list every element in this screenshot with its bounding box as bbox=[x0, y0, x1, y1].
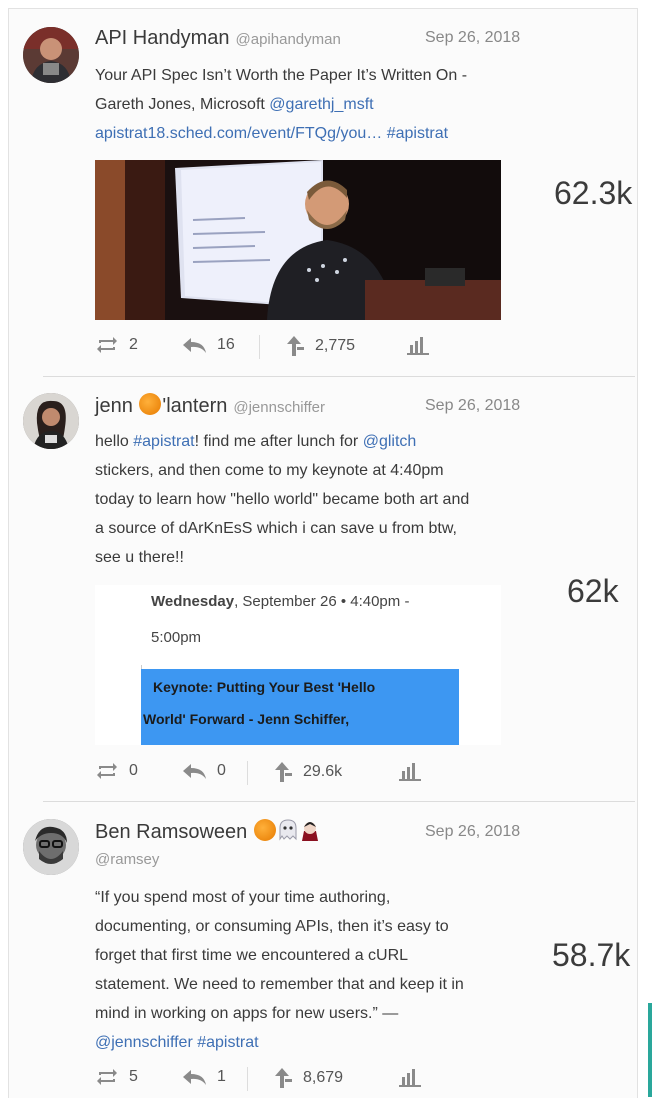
author-handle[interactable]: @jennschiffer bbox=[233, 399, 325, 416]
calendar-date: , September 26 • 4:40pm - bbox=[234, 593, 410, 610]
share-button[interactable]: 2,775 bbox=[285, 335, 355, 357]
vampire-emoji bbox=[300, 819, 320, 841]
retweet-count: 2 bbox=[129, 336, 138, 353]
author-name[interactable]: API Handyman @apihandyman bbox=[95, 27, 341, 50]
tweet-divider bbox=[43, 801, 635, 802]
tweet-text-line: a source of dArKnEsS which i can save u … bbox=[95, 520, 457, 537]
retweet-count: 5 bbox=[129, 1068, 138, 1085]
calendar-date-line: Wednesday, September 26 • 4:40pm - bbox=[151, 593, 409, 610]
tweet-text-line: stickers, and then come to my keynote at… bbox=[95, 462, 444, 479]
tweet-text-line: Gareth Jones, Microsoft @garethj_msft bbox=[95, 90, 525, 119]
author-handle[interactable]: @ramsey bbox=[95, 851, 159, 868]
mention-link[interactable]: @jennschiffer bbox=[95, 1034, 193, 1051]
tweet-text-line: apistrat18.sched.com/event/FTQg/you… #ap… bbox=[95, 119, 525, 148]
calendar-event-title: Keynote: Putting Your Best 'Hello bbox=[153, 679, 376, 695]
reply-icon bbox=[183, 338, 206, 353]
hashtag-link[interactable]: #apistrat bbox=[133, 433, 194, 450]
pumpkin-emoji bbox=[139, 393, 162, 415]
url-link[interactable]: apistrat18.sched.com/event/FTQg/you… bbox=[95, 125, 382, 142]
share-count: 29.6k bbox=[303, 763, 343, 780]
tweet-text-span: Gareth Jones, Microsoft bbox=[95, 96, 270, 113]
action-separator bbox=[259, 335, 260, 359]
retweet-count: 0 bbox=[129, 762, 138, 779]
tweet-text-line: statement. We need to remember that and … bbox=[95, 976, 464, 993]
tweet-text-line: documenting, or consuming APIs, then it’… bbox=[95, 918, 449, 935]
tweet-text: Your API Spec Isn’t Worth the Paper It’s… bbox=[95, 61, 525, 148]
share-count: 2,775 bbox=[315, 337, 356, 354]
share-count: 8,679 bbox=[303, 1069, 344, 1086]
reply-button[interactable]: 16 bbox=[181, 335, 235, 355]
calendar-image[interactable]: Wednesday, September 26 • 4:40pm - 5:00p… bbox=[95, 585, 501, 745]
calendar-event-title: World' Forward - Jenn Schiffer, bbox=[143, 711, 350, 727]
share-icon bbox=[275, 1068, 292, 1088]
tweet-text-span: hello bbox=[95, 433, 134, 450]
tweet-text: “If you spend most of your time authorin… bbox=[95, 883, 525, 1057]
tweet-date: Sep 26, 2018 bbox=[425, 29, 521, 46]
retweet-icon bbox=[97, 763, 117, 779]
pumpkin-emoji bbox=[253, 819, 276, 841]
tweet-text-line: “If you spend most of your time authorin… bbox=[95, 889, 391, 906]
calendar-event-block[interactable]: Keynote: Putting Your Best 'Hello World'… bbox=[141, 669, 459, 745]
retweet-button[interactable]: 0 bbox=[95, 761, 138, 781]
reply-button[interactable]: 1 bbox=[181, 1067, 226, 1087]
share-button[interactable]: 8,679 bbox=[273, 1067, 343, 1089]
tweet-text-line: see u there!! bbox=[95, 549, 184, 566]
avatar[interactable] bbox=[23, 819, 79, 875]
author-name-text[interactable]: jenn bbox=[95, 395, 138, 417]
action-separator bbox=[247, 761, 248, 785]
tweet-text-line: @jennschiffer #apistrat bbox=[95, 1028, 525, 1057]
action-separator bbox=[247, 1067, 248, 1091]
tweet-text-line: hello #apistrat! find me after lunch for… bbox=[95, 427, 525, 456]
share-button[interactable]: 29.6k bbox=[273, 761, 342, 783]
mention-link[interactable]: @garethj_msft bbox=[269, 96, 373, 113]
calendar-day: Wednesday bbox=[151, 593, 235, 610]
tweet-text-line: Your API Spec Isn’t Worth the Paper It’s… bbox=[95, 67, 468, 84]
author-name-text[interactable]: Ben Ramsoween bbox=[95, 821, 253, 843]
reply-button[interactable]: 0 bbox=[181, 761, 226, 781]
retweet-icon bbox=[97, 1069, 117, 1085]
hashtag-link[interactable]: #apistrat bbox=[387, 125, 448, 142]
author-handle[interactable]: @apihandyman bbox=[236, 31, 341, 48]
tweet-date: Sep 26, 2018 bbox=[425, 397, 521, 414]
reply-count: 16 bbox=[217, 336, 235, 353]
avatar[interactable] bbox=[23, 27, 79, 83]
ghost-emoji bbox=[278, 819, 298, 841]
stats-button[interactable] bbox=[407, 335, 429, 355]
tweet-photo[interactable] bbox=[95, 160, 501, 320]
tweet-text-span: ! find me after lunch for bbox=[194, 433, 363, 450]
stats-button[interactable] bbox=[399, 1067, 421, 1087]
tweet-text-line: today to learn how "hello world" became … bbox=[95, 491, 470, 508]
share-icon bbox=[275, 762, 292, 782]
tweet-feed-panel: API Handyman @apihandyman Sep 26, 2018 Yo… bbox=[8, 8, 638, 1098]
tweet-date: Sep 26, 2018 bbox=[425, 823, 521, 840]
reply-icon bbox=[183, 1070, 206, 1085]
tweet-text-line: forget that first time we encountered a … bbox=[95, 947, 409, 964]
retweet-icon bbox=[97, 337, 117, 353]
reply-icon bbox=[183, 764, 206, 779]
hashtag-link[interactable]: #apistrat bbox=[197, 1034, 258, 1051]
author-name[interactable]: jenn 'lantern @jennschiffer bbox=[95, 393, 325, 418]
tweet-divider bbox=[43, 376, 635, 377]
stats-bar-icon bbox=[399, 1069, 421, 1087]
retweet-button[interactable]: 5 bbox=[95, 1067, 138, 1087]
stats-button[interactable] bbox=[399, 761, 421, 781]
mention-link[interactable]: @glitch bbox=[363, 433, 417, 450]
author-name-text[interactable]: API Handyman bbox=[95, 27, 230, 49]
stats-bar-icon bbox=[407, 337, 429, 355]
impression-count: 62.3k bbox=[554, 175, 633, 211]
retweet-button[interactable]: 2 bbox=[95, 335, 138, 355]
reply-count: 0 bbox=[217, 762, 226, 779]
calendar-time: 5:00pm bbox=[151, 629, 202, 646]
tweet-text-line: mind in working on apps for new users.” … bbox=[95, 1005, 399, 1022]
impression-count: 62k bbox=[567, 573, 619, 609]
share-icon bbox=[287, 336, 304, 356]
stats-bar-icon bbox=[399, 763, 421, 781]
author-name-text[interactable]: 'lantern bbox=[162, 395, 227, 417]
author-name[interactable]: Ben Ramsoween bbox=[95, 819, 321, 844]
reply-count: 1 bbox=[217, 1068, 226, 1085]
impression-count: 58.7k bbox=[552, 937, 631, 973]
avatar[interactable] bbox=[23, 393, 79, 449]
accent-strip bbox=[648, 1003, 652, 1097]
tweet-text: hello #apistrat! find me after lunch for… bbox=[95, 427, 525, 572]
